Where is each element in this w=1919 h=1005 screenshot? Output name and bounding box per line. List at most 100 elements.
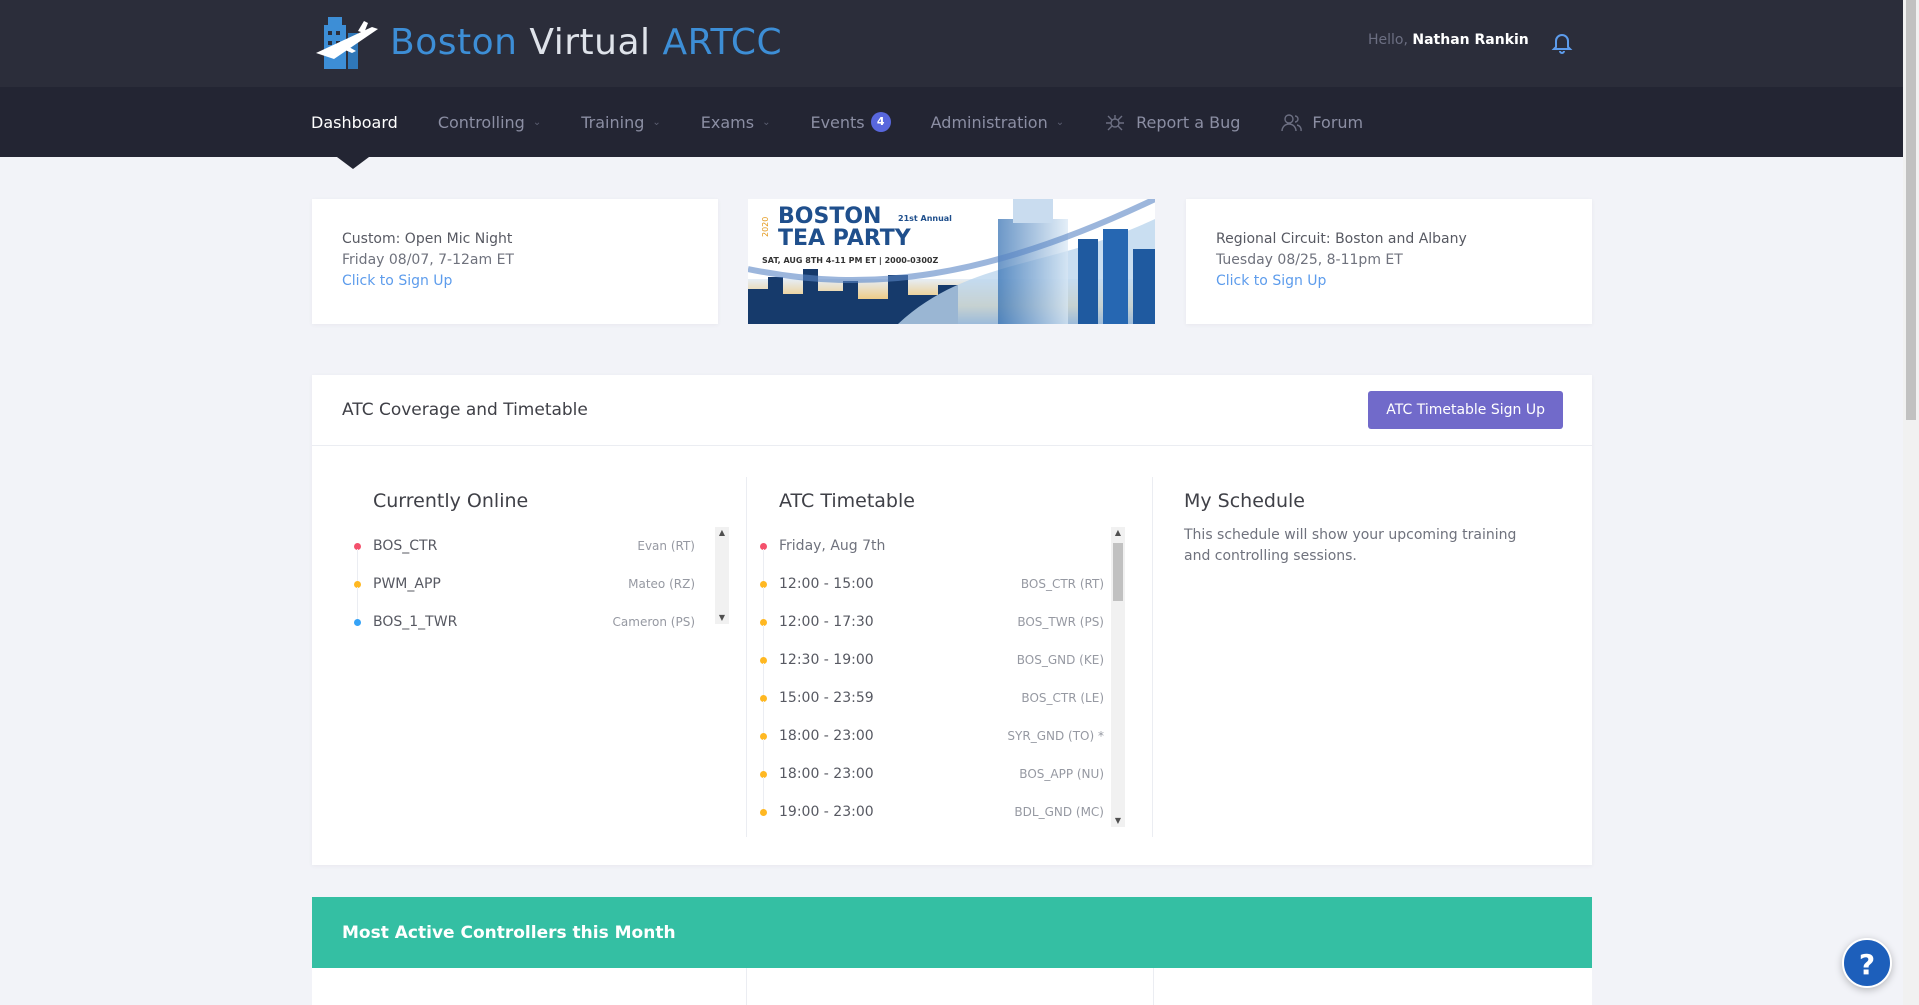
list-item: PWM_APP Mateo (RZ) [354,565,695,619]
position-name: SYR_GND (TO) * [1007,729,1104,743]
page-scrollbar-thumb[interactable] [1906,0,1916,420]
scroll-up-arrow-icon[interactable]: ▲ [715,527,729,539]
brand-word-1: Boston [390,21,518,63]
nav-label: Forum [1312,112,1364,132]
scroll-up-arrow-icon[interactable]: ▲ [1111,527,1125,539]
my-schedule-column: My Schedule This schedule will show your… [1153,477,1592,837]
atc-timetable-signup-button[interactable]: ATC Timetable Sign Up [1368,391,1563,429]
timeline-line [763,663,764,695]
top-header: Boston Virtual ARTCC Hello, Nathan Ranki… [0,0,1903,87]
position-name: PWM_APP [373,576,441,592]
banner-line2: TEA PARTY [778,226,912,251]
position-name: BOS_TWR (PS) [1017,615,1104,629]
nav-label: Dashboard [311,112,398,132]
chevron-down-icon: ⌄ [652,116,661,128]
nav-events[interactable]: Events 4 [810,87,891,157]
position-name: BOS_CTR [373,538,438,554]
online-list: BOS_CTR Evan (RT) PWM_APP Mateo (RZ) BOS… [354,527,695,641]
column-divider [746,968,747,1005]
event-card-left: Custom: Open Mic Night Friday 08/07, 7-1… [312,199,718,324]
nav-label: Controlling [437,112,525,132]
user-greeting[interactable]: Hello, Nathan Rankin [1368,32,1529,48]
my-schedule-heading: My Schedule [1184,490,1305,512]
nav-report-bug[interactable]: Report a Bug [1104,87,1240,157]
online-list-scrollbar[interactable]: ▲ ▼ [715,527,729,624]
logo[interactable]: Boston Virtual ARTCC [312,12,782,72]
position-name: BDL_GND (MC) [1014,805,1104,819]
scroll-down-arrow-icon[interactable]: ▼ [1111,815,1125,827]
most-active-columns [312,968,1592,1005]
nav-training[interactable]: Training ⌄ [581,87,661,157]
position-name: BOS_CTR (RT) [1020,577,1104,591]
timeline-line [763,777,764,809]
most-active-panel: Most Active Controllers this Month [312,897,1592,1005]
nav-exams[interactable]: Exams ⌄ [701,87,771,157]
forum-icon [1281,114,1303,132]
timetable-scrollbar[interactable]: ▲ ▼ [1111,527,1125,827]
list-item: 12:00 - 17:30 BOS_TWR (PS) [760,603,1104,657]
nav-administration[interactable]: Administration ⌄ [931,87,1064,157]
airplane-building-logo-icon [316,17,378,69]
time-range: 19:00 - 23:00 [779,804,874,820]
nav-controlling[interactable]: Controlling ⌄ [438,87,541,157]
most-active-header: Most Active Controllers this Month [312,897,1592,968]
list-item: BOS_CTR Evan (RT) [354,527,695,581]
nav-label: Exams [700,112,755,132]
greeting-text: Hello, [1368,32,1408,48]
position-name: BOS_GND (KE) [1016,653,1104,667]
timeline-line [763,701,764,733]
event-date: Friday 08/07, 7-12am ET [342,252,514,268]
active-nav-caret [337,157,369,169]
event-card-right: Regional Circuit: Boston and Albany Tues… [1186,199,1592,324]
user-name: Nathan Rankin [1412,32,1529,48]
list-item: 18:00 - 23:00 BOS_APP (NU) [760,755,1104,809]
bell-icon[interactable] [1550,30,1574,54]
time-range: 18:00 - 23:00 [779,766,874,782]
page-scrollbar[interactable] [1903,0,1919,1005]
status-dot [760,808,767,816]
timeline-line [357,549,358,581]
list-item: 19:00 - 23:00 BDL_GND (MC) [760,793,1104,831]
event-signup-link[interactable]: Click to Sign Up [342,271,688,292]
list-item: 15:00 - 23:59 BOS_CTR (LE) [760,679,1104,733]
panel-title: ATC Coverage and Timetable [342,400,588,420]
time-range: 12:00 - 15:00 [779,576,874,592]
banner-year: 2020 [761,217,770,237]
nav-label: Administration [930,112,1048,132]
most-active-title: Most Active Controllers this Month [342,922,676,943]
scrollbar-thumb[interactable] [1113,543,1123,601]
list-item: 12:30 - 19:00 BOS_GND (KE) [760,641,1104,695]
scroll-down-arrow-icon[interactable]: ▼ [715,612,729,624]
timeline-line [763,587,764,619]
events-count-badge: 4 [870,112,891,132]
banner-details: SAT, AUG 8TH 4-11 PM ET | 2000-0300Z [762,256,938,265]
event-signup-link[interactable]: Click to Sign Up [1216,271,1562,292]
nav-label: Training [581,112,645,132]
timeline-line [763,549,764,581]
nav-label: Events [810,112,865,132]
brand-title: Boston Virtual ARTCC [390,22,782,63]
list-item: BOS_1_TWR Cameron (PS) [354,603,695,641]
currently-online-column: Currently Online BOS_CTR Evan (RT) PWM_A… [312,477,746,837]
panel-header: ATC Coverage and Timetable ATC Timetable… [312,375,1592,446]
column-divider [1153,968,1154,1005]
timetable-list: Friday, Aug 7th 12:00 - 15:00 BOS_CTR (R… [760,527,1104,831]
controller-name: Mateo (RZ) [628,577,695,591]
currently-online-heading: Currently Online [373,490,529,512]
chevron-down-icon: ⌄ [762,116,771,128]
event-title: Custom: Open Mic Night [342,231,513,247]
help-button[interactable]: ? [1842,938,1892,988]
position-name: BOS_1_TWR [373,614,458,630]
timetable-date: Friday, Aug 7th [779,538,886,554]
list-item: 12:00 - 15:00 BOS_CTR (RT) [760,565,1104,619]
position-name: BOS_APP (NU) [1019,767,1104,781]
event-title: Regional Circuit: Boston and Albany [1216,231,1467,247]
nav-forum[interactable]: Forum [1280,87,1363,157]
event-banner-image: 2020 BOSTON TEA PARTY 21st Annual SAT, A… [748,199,1155,324]
list-item: 18:00 - 23:00 SYR_GND (TO) * [760,717,1104,771]
nav-label: Report a Bug [1136,112,1241,132]
tea-party-banner[interactable]: 2020 BOSTON TEA PARTY 21st Annual SAT, A… [748,199,1155,324]
nav-dashboard[interactable]: Dashboard [311,87,398,157]
timeline-line [763,625,764,657]
main-nav: Dashboard Controlling ⌄ Training ⌄ Exams ⌄ … [311,87,1403,157]
